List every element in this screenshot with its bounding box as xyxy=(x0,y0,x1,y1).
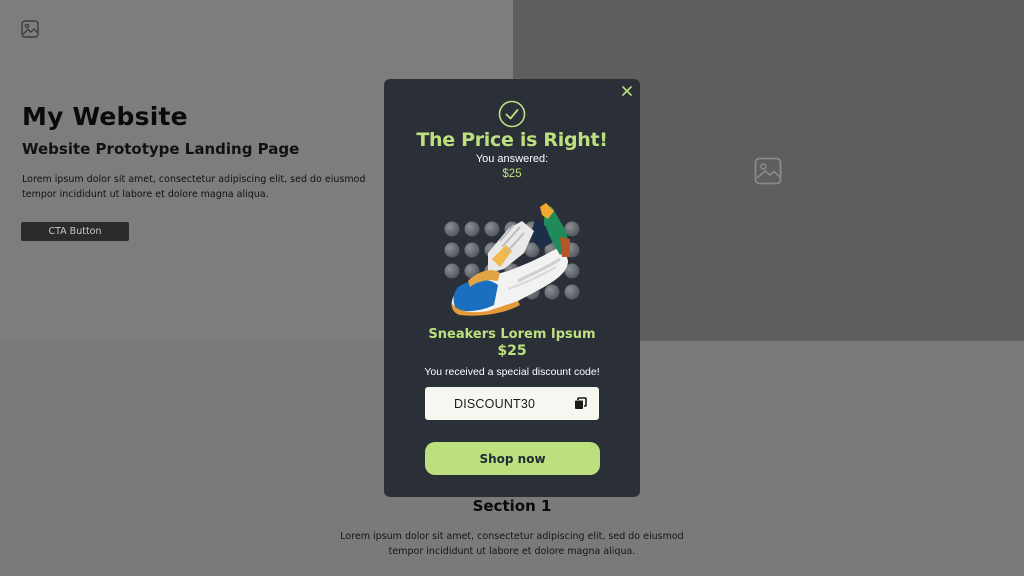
price-result-modal: The Price is Right! You answered: $25 Sn… xyxy=(384,79,640,497)
hero-description: Lorem ipsum dolor sit amet, consectetur … xyxy=(22,174,366,200)
discount-code-field[interactable]: DISCOUNT30 xyxy=(425,387,599,420)
image-placeholder-icon xyxy=(754,157,782,185)
answer-value: $25 xyxy=(502,168,522,180)
site-title: My Website xyxy=(22,102,188,131)
sneaker-image xyxy=(451,203,570,316)
close-icon[interactable] xyxy=(621,85,633,97)
cta-button[interactable]: CTA Button xyxy=(21,222,129,241)
site-subtitle: Website Prototype Landing Page xyxy=(22,140,300,158)
image-placeholder-icon xyxy=(21,20,39,38)
modal-title: The Price is Right! xyxy=(416,129,608,151)
discount-code: DISCOUNT30 xyxy=(454,396,536,411)
section-title: Section 1 xyxy=(472,497,552,515)
discount-message: You received a special discount code! xyxy=(424,366,600,378)
copy-icon[interactable] xyxy=(574,397,587,410)
answered-label: You answered: xyxy=(475,153,549,165)
product-name: Sneakers Lorem Ipsum xyxy=(428,327,596,342)
section-description: Lorem ipsum dolor sit amet, consectetur … xyxy=(340,531,684,557)
check-circle-icon xyxy=(498,100,526,128)
shop-now-button[interactable]: Shop now xyxy=(425,442,600,475)
product-price: $25 xyxy=(497,343,527,359)
